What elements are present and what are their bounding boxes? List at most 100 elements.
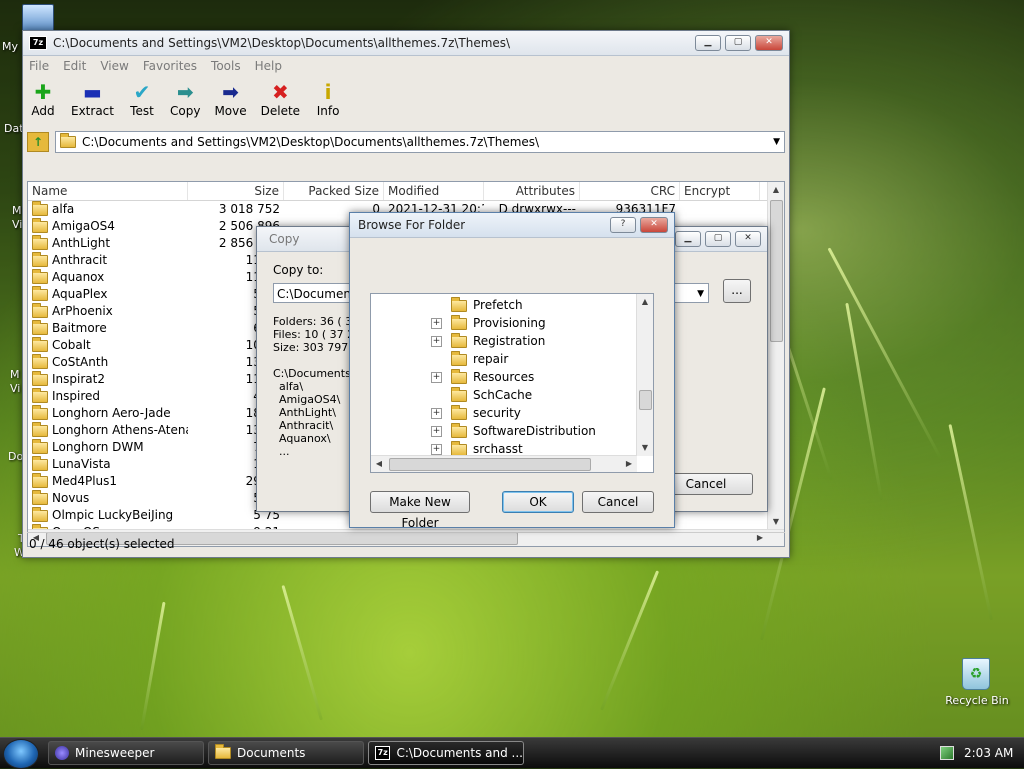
menu-bar: File Edit View Favorites Tools Help [23, 56, 789, 76]
up-folder-icon[interactable]: ↑ [27, 132, 49, 152]
toolbar-delete-button[interactable]: ✖ Delete [261, 80, 300, 118]
folder-icon [32, 405, 48, 420]
tree-node[interactable]: SchCache [435, 386, 532, 404]
scroll-thumb[interactable] [770, 200, 783, 342]
tree-hscroll-thumb[interactable] [389, 458, 591, 471]
copy-close-button[interactable]: ✕ [735, 231, 761, 247]
menu-tools[interactable]: Tools [211, 59, 241, 73]
folder-icon [32, 235, 48, 250]
browse-close-button[interactable]: ✕ [640, 217, 668, 233]
tree-scroll-up-icon[interactable]: ▲ [637, 294, 653, 310]
cell-name: LunaVista [28, 456, 188, 473]
menu-help[interactable]: Help [255, 59, 282, 73]
scroll-down-icon[interactable]: ▼ [768, 514, 784, 530]
toolbar-copy-button[interactable]: ➡ Copy [170, 80, 200, 118]
toolbar-label: Move [214, 104, 247, 118]
recycle-bin[interactable]: ♻ Recycle Bin [940, 656, 1014, 712]
desktop-label-7[interactable]: Do [8, 450, 23, 463]
tree-node[interactable]: + security [431, 404, 521, 422]
toolbar-extract-button[interactable]: ▬ Extract [71, 80, 114, 118]
expand-plus-icon[interactable]: + [431, 336, 442, 347]
browse-titlebar[interactable]: Browse For Folder ? ✕ [350, 213, 674, 238]
main-titlebar[interactable]: 7z C:\Documents and Settings\VM2\Desktop… [23, 31, 789, 56]
toolbar-add-button[interactable]: ✚ Add [29, 80, 57, 118]
toolbar-test-button[interactable]: ✔ Test [128, 80, 156, 118]
move-arrow-icon: ➡ [222, 80, 239, 104]
tree-hscroll[interactable]: ◀ ▶ [371, 455, 637, 472]
tree-scroll-down-icon[interactable]: ▼ [637, 440, 653, 456]
tree-node[interactable]: + Resources [431, 368, 534, 386]
start-button[interactable] [3, 739, 39, 769]
maximize-button[interactable]: ▢ [725, 35, 751, 51]
expand-plus-icon[interactable]: + [431, 444, 442, 455]
menu-file[interactable]: File [29, 59, 49, 73]
menu-view[interactable]: View [100, 59, 128, 73]
tree-scroll-left-icon[interactable]: ◀ [371, 456, 387, 472]
column-crc[interactable]: CRC [580, 182, 680, 200]
scroll-up-icon[interactable]: ▲ [768, 182, 784, 198]
column-size[interactable]: Size [188, 182, 284, 200]
folder-icon [32, 354, 48, 369]
copy-list-line: C:\Documents a [273, 367, 362, 380]
desktop-label-4[interactable]: Vi [12, 218, 22, 231]
copy-path-dropdown-icon[interactable]: ▼ [697, 284, 704, 304]
tray-network-icon[interactable] [940, 746, 954, 760]
column-name[interactable]: Name [28, 182, 188, 200]
minimize-button[interactable]: ▁ [695, 35, 721, 51]
column-encrypted[interactable]: Encrypt [680, 182, 760, 200]
task-7zip[interactable]: 7z C:\Documents and ... [368, 741, 524, 765]
desktop-label-2[interactable]: Dat [4, 122, 24, 135]
copy-maximize-button[interactable]: ▢ [705, 231, 731, 247]
folder-icon [215, 744, 231, 759]
desktop-label-1[interactable]: My [2, 40, 18, 53]
ok-button[interactable]: OK [502, 491, 574, 513]
clock[interactable]: 2:03 AM [964, 738, 1013, 768]
tree-node[interactable]: + Registration [431, 332, 545, 350]
toolbar-info-button[interactable]: i Info [314, 80, 342, 118]
help-button[interactable]: ? [610, 217, 636, 233]
tree-node[interactable]: + Provisioning [431, 314, 546, 332]
tree-node[interactable]: Prefetch [435, 296, 523, 314]
file-name: Anthracit [52, 253, 108, 267]
tree-scroll-right-icon[interactable]: ▶ [621, 456, 637, 472]
make-new-folder-button[interactable]: Make New Folder [370, 491, 470, 530]
tree-node[interactable]: repair [435, 350, 508, 368]
desktop-label-6[interactable]: Vi [10, 382, 20, 395]
column-attributes[interactable]: Attributes [484, 182, 580, 200]
vertical-scrollbar[interactable]: ▲ ▼ [767, 182, 784, 530]
task-documents[interactable]: Documents [208, 741, 364, 765]
tree-scroll-thumb[interactable] [639, 390, 652, 410]
menu-favorites[interactable]: Favorites [143, 59, 197, 73]
folder-icon [32, 201, 48, 216]
desktop-label-3[interactable]: M [12, 204, 22, 217]
desktop-icon-computer[interactable] [22, 4, 54, 32]
column-packed-size[interactable]: Packed Size [284, 182, 384, 200]
expand-plus-icon[interactable]: + [431, 318, 442, 329]
file-name: LunaVista [52, 457, 111, 471]
toolbar-move-button[interactable]: ➡ Move [214, 80, 246, 118]
tree-node-label: repair [473, 352, 509, 366]
expand-plus-icon[interactable]: + [431, 426, 442, 437]
menu-edit[interactable]: Edit [63, 59, 86, 73]
expand-plus-icon[interactable]: + [431, 408, 442, 419]
file-list-header: Name Size Packed Size Modified Attribute… [28, 182, 784, 201]
folder-icon [451, 350, 467, 366]
cell-name: ArPhoenix [28, 303, 188, 320]
folder-icon [451, 422, 467, 438]
address-field[interactable]: C:\Documents and Settings\VM2\Desktop\Do… [55, 131, 785, 153]
main-window-title: C:\Documents and Settings\VM2\Desktop\Do… [53, 36, 511, 50]
tree-vscroll[interactable]: ▲ ▼ [636, 294, 653, 456]
tree-node[interactable]: + SoftwareDistribution [431, 422, 596, 440]
task-minesweeper[interactable]: Minesweeper [48, 741, 204, 765]
close-button[interactable]: ✕ [755, 35, 783, 51]
browse-button[interactable]: ... [723, 279, 751, 303]
copy-minimize-button[interactable]: ▁ [675, 231, 701, 247]
expand-plus-icon[interactable]: + [431, 372, 442, 383]
address-dropdown-icon[interactable]: ▼ [773, 137, 780, 147]
file-name: Baitmore [52, 321, 107, 335]
column-modified[interactable]: Modified [384, 182, 484, 200]
folder-icon [451, 440, 467, 456]
browse-cancel-button[interactable]: Cancel [582, 491, 654, 513]
desktop-label-5[interactable]: M [10, 368, 20, 381]
file-name: Longhorn Aero-Jade [52, 406, 171, 420]
